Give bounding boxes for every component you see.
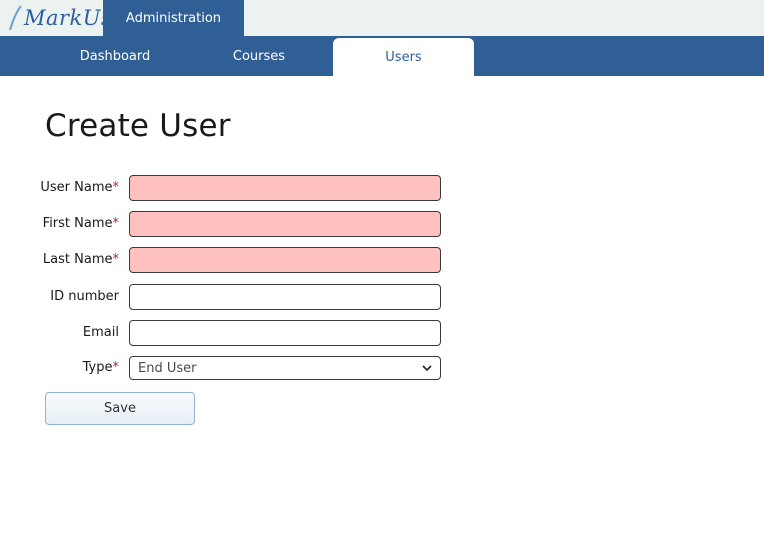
email-input[interactable]: [129, 320, 441, 346]
type-label: Type*: [82, 360, 120, 375]
type-select-value: End User: [138, 360, 197, 376]
id-number-label: ID number: [50, 289, 119, 304]
last-name-input[interactable]: [129, 247, 441, 273]
user-name-input[interactable]: [129, 175, 441, 201]
first-name-label: First Name*: [42, 216, 120, 231]
chevron-down-icon: [422, 364, 432, 371]
form-row-first-name: First Name*: [0, 211, 764, 237]
save-button[interactable]: Save: [45, 392, 195, 425]
nav-item-courses[interactable]: Courses: [189, 36, 329, 76]
form-row-last-name: Last Name*: [0, 247, 764, 273]
nav-item-dashboard[interactable]: Dashboard: [45, 36, 185, 76]
id-number-input[interactable]: [129, 284, 441, 310]
required-marker: *: [112, 360, 120, 375]
logo-swoosh-icon: [9, 5, 22, 31]
page-title: Create User: [45, 108, 231, 144]
main-nav: Dashboard Courses Users: [0, 36, 764, 76]
form-row-id-number: ID number: [0, 284, 764, 310]
last-name-label: Last Name*: [42, 252, 120, 267]
nav-item-users[interactable]: Users: [333, 38, 474, 76]
required-marker: *: [112, 180, 120, 195]
type-select[interactable]: End User: [129, 356, 441, 380]
email-label: Email: [82, 325, 119, 340]
logo-text: MarkUs: [24, 6, 113, 30]
markus-logo[interactable]: MarkUs: [8, 2, 112, 34]
user-name-label: User Name*: [40, 180, 120, 195]
top-bar: MarkUs Administration: [0, 0, 764, 36]
first-name-input[interactable]: [129, 211, 441, 237]
required-marker: *: [112, 216, 120, 231]
administration-tab[interactable]: Administration: [103, 0, 244, 36]
form-row-email: Email: [0, 320, 764, 346]
required-marker: *: [112, 252, 120, 267]
form-row-user-name: User Name*: [0, 175, 764, 201]
form-row-type: Type* End User: [0, 356, 764, 380]
